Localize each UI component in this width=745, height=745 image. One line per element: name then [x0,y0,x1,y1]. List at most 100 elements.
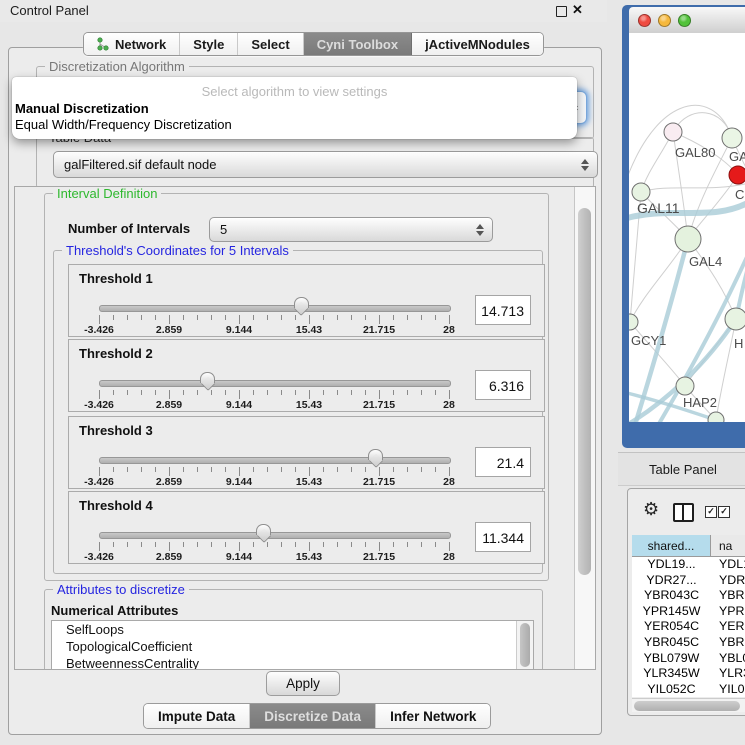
settings-vertical-scrollbar[interactable] [574,187,595,669]
threshold-value-field[interactable]: 14.713 [475,295,531,325]
scrollbar-thumb[interactable] [634,701,740,711]
threshold-value-field[interactable]: 21.4 [475,447,531,477]
slider-track[interactable] [99,380,451,387]
threshold-value-field[interactable]: 11.344 [475,522,531,552]
node-attribute-table[interactable]: shared... na YDL19...YDL1YDR27...YDR2YBR… [632,535,745,697]
cell-name: YBR0 [711,588,745,604]
apply-label: Apply [286,676,320,691]
tab-cyni-toolbox[interactable]: Cyni Toolbox [304,33,412,55]
mac-close-button[interactable] [638,14,651,27]
column-header[interactable]: na [711,535,745,556]
table-row[interactable]: YBL079WYBL0 [632,651,745,667]
group-title: Discretization Algorithm [45,59,189,74]
slider-track[interactable] [99,457,451,464]
table-row[interactable]: YDL19...YDL1 [632,557,745,573]
attribute-item[interactable]: TopologicalCoefficient [52,638,533,655]
table-header-row: shared... na [632,535,745,557]
network-thick-edge[interactable] [635,239,688,422]
tab-infer-network[interactable]: Infer Network [376,704,490,728]
scrollbar-thumb[interactable] [578,208,591,575]
attribute-item[interactable]: BetweennessCentrality [52,655,533,670]
attributes-scrollbar[interactable] [516,621,533,670]
tab-impute-data[interactable]: Impute Data [144,704,250,728]
network-canvas[interactable]: GAL80GACGAL11GAL4GCY1HHAP2 [629,33,745,422]
tab-label: jActiveMNodules [425,37,530,52]
table-data-value: galFiltered.sif default node [64,157,216,172]
threshold-label: Threshold 2 [79,346,153,361]
network-node[interactable] [725,308,745,330]
checkbox-icon[interactable]: ✓ [718,506,730,518]
table-row[interactable]: YBR043CYBR0 [632,588,745,604]
numerical-attributes-list[interactable]: SelfLoopsTopologicalCoefficientBetweenne… [51,620,534,670]
algorithm-option[interactable]: Equal Width/Frequency Discretization [15,117,232,132]
cell-name: YER0 [711,619,745,635]
cell-shared-name: YER054C [632,619,711,635]
number-of-intervals-combobox[interactable]: 5 [209,217,493,242]
network-node[interactable] [676,377,694,395]
node-label: HAP2 [683,395,717,410]
tab-label: Network [115,37,166,52]
network-edge[interactable] [688,239,736,319]
split-columns-icon[interactable] [673,503,694,522]
mac-minimize-button[interactable] [658,14,671,27]
network-node[interactable] [722,128,742,148]
threshold-value-field[interactable]: 6.316 [475,370,531,400]
tab-select[interactable]: Select [238,33,303,55]
network-view-window: GAL80GACGAL11GAL4GCY1HHAP2 [622,5,745,448]
checkbox-icon[interactable]: ✓ [705,506,717,518]
tab-jactivemnodules[interactable]: jActiveMNodules [412,33,543,55]
slider-handle[interactable] [256,524,271,543]
group-title: Threshold's Coordinates for 5 Intervals [62,243,293,258]
node-label: GAL80 [675,145,715,160]
slider-handle[interactable] [200,372,215,391]
cell-name: YLR3 [711,666,745,682]
scrollbar-thumb[interactable] [520,623,530,667]
slider-ticks [99,467,450,476]
slider-ticks [99,542,450,551]
close-icon[interactable]: ✕ [572,2,583,18]
table-horizontal-scrollbar[interactable] [632,698,745,712]
slider-ticks [99,315,450,324]
tab-network[interactable]: Network [84,33,180,55]
table-data-combobox[interactable]: galFiltered.sif default node [53,151,598,178]
table-row[interactable]: YLR345WYLR3 [632,666,745,682]
column-header[interactable]: shared... [632,535,711,556]
network-node[interactable] [629,314,638,330]
cyni-bottom-tabbar: Impute DataDiscretize DataInfer Network [143,703,491,729]
table-row[interactable]: YIL052CYIL0 [632,682,745,697]
number-of-intervals-label: Number of Intervals [68,221,190,236]
tab-discretize-data[interactable]: Discretize Data [250,704,376,728]
slider-handle[interactable] [368,449,383,468]
table-row[interactable]: YBR045CYBR0 [632,635,745,651]
slider-handle[interactable] [294,297,309,316]
table-row[interactable]: YPR145WYPR1 [632,604,745,620]
tab-style[interactable]: Style [180,33,238,55]
threshold-label: Threshold 4 [79,498,153,513]
network-node[interactable] [632,183,650,201]
cell-name: YDR2 [711,573,745,589]
cell-name: YBR0 [711,635,745,651]
slider-track[interactable] [99,305,451,312]
cell-name: YIL0 [711,682,745,697]
network-node[interactable] [729,166,745,184]
network-edge[interactable] [630,239,688,322]
table-row[interactable]: YER054CYER0 [632,619,745,635]
mac-zoom-button[interactable] [678,14,691,27]
algorithm-placeholder: Select algorithm to view settings [12,84,577,99]
table-row[interactable]: YDR27...YDR2 [632,573,745,589]
network-window-titlebar[interactable] [629,7,745,34]
attribute-item[interactable]: SelfLoops [52,621,533,638]
float-window-icon[interactable] [556,6,567,17]
node-label: C [735,187,744,202]
cell-shared-name: YIL052C [632,682,711,697]
threshold-panel: Threshold 2-3.4262.8599.14415.4321.71528… [68,339,545,412]
table-panel-window: ⚙ ✓ ✓ shared... na YDL19...YDL1YDR27...Y… [627,488,745,716]
slider-track[interactable] [99,532,451,539]
algorithm-option[interactable]: Manual Discretization [15,101,149,116]
network-node[interactable] [675,226,701,252]
interval-definition-group: Interval Definition Number of Intervals … [44,193,549,581]
apply-button[interactable]: Apply [266,671,340,696]
gear-icon[interactable]: ⚙ [643,500,659,518]
threshold-panel: Threshold 3-3.4262.8599.14415.4321.71528… [68,416,545,489]
network-node[interactable] [664,123,682,141]
